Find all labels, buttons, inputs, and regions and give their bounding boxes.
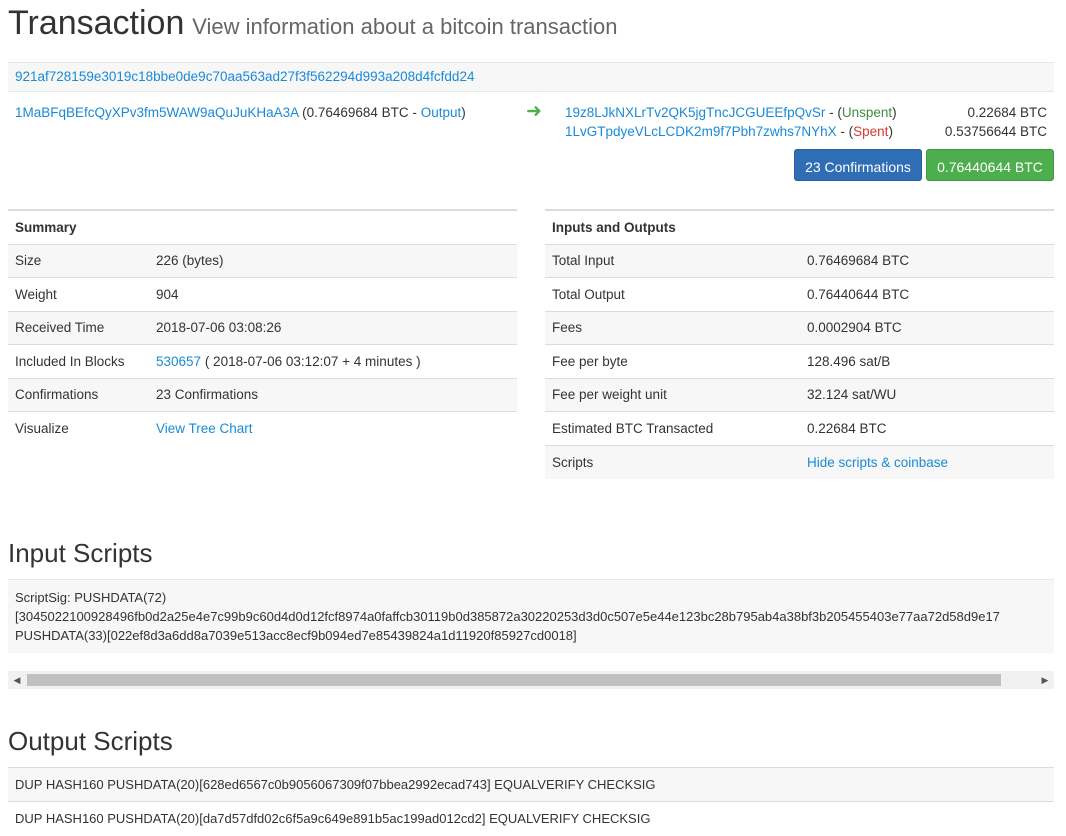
input-scripts-heading: Input Scripts [8,538,153,568]
table-row: Estimated BTC Transacted 0.22684 BTC [545,411,1054,445]
tx-input: 1MaBFqBEfcQyXPv3fm5WAW9aQuJuKHaA3A (0.76… [15,105,466,120]
row-value: 0.0002904 BTC [800,310,1054,345]
row-value: View Tree Chart [149,411,517,445]
scroll-right-arrow-icon[interactable]: ▶ [1038,671,1052,689]
row-value: 0.76440644 BTC [800,277,1054,311]
script-line: ScriptSig: PUSHDATA(72) [15,590,167,605]
script-line: [3045022100928496fb0d2a25e4e7c99b9c60d4d… [15,609,1000,624]
row-label: Scripts [545,444,800,479]
input-suffix: ) [461,105,466,120]
table-row: Total Output 0.76440644 BTC [545,277,1054,311]
output-address-link[interactable]: 1LvGTpdyeVLcLCDK2m9f7Pbh7zwhs7NYhX [565,124,837,139]
row-value: 530657 ( 2018-07-06 03:12:07 + 4 minutes… [149,344,517,378]
right-arrow-icon: ➜ [526,101,542,122]
row-label: Size [8,243,149,278]
table-row: Received Time 2018-07-06 03:08:26 [8,310,517,345]
row-value: Hide scripts & coinbase [800,444,1054,479]
horizontal-scrollbar[interactable]: ◀ ▶ [8,671,1054,689]
scrollbar-thumb[interactable] [27,674,1001,686]
output-close: ) [888,124,893,139]
row-value: 226 (bytes) [149,243,517,278]
tx-outputs: 19z8LJkNXLrTv2QK5jgTncJCGUEEfpQvSr - (Un… [565,105,1047,143]
total-amount-button[interactable]: 0.76440644 BTC [926,149,1054,181]
row-label: Total Input [545,243,800,278]
row-value: 128.496 sat/B [800,344,1054,378]
hide-scripts-link[interactable]: Hide scripts & coinbase [807,455,948,470]
row-label: Fee per weight unit [545,377,800,412]
table-row: Scripts Hide scripts & coinbase [545,444,1054,479]
table-row: Total Input 0.76469684 BTC [545,243,1054,278]
row-label: Weight [8,277,149,311]
row-label: Fees [545,310,800,345]
tx-hash-link[interactable]: 921af728159e3019c18bbe0de9c70aa563ad27f3… [15,69,474,84]
output-close: ) [892,105,897,120]
script-line: PUSHDATA(33)[022ef8d3a6dd8a7039e513acc8e… [15,628,577,643]
tx-io-row: 1MaBFqBEfcQyXPv3fm5WAW9aQuJuKHaA3A (0.76… [8,98,1054,148]
output-address-link[interactable]: 19z8LJkNXLrTv2QK5jgTncJCGUEEfpQvSr [565,105,825,120]
output-amount: 0.22684 BTC [967,105,1047,120]
row-label: Included In Blocks [8,344,149,378]
row-label: Estimated BTC Transacted [545,411,800,445]
summary-table: Summary Size 226 (bytes) Weight 904 Rece… [8,209,517,445]
table-row: Included In Blocks 530657 ( 2018-07-06 0… [8,344,517,378]
block-time: ( 2018-07-06 03:12:07 + 4 minutes ) [201,353,421,369]
input-script-box: ScriptSig: PUSHDATA(72) [304502210092849… [8,579,1054,653]
output-dash: - ( [825,105,842,120]
row-label: Fee per byte [545,344,800,378]
output-status-spent-link[interactable]: Spent [853,124,888,139]
table-row: Visualize View Tree Chart [8,411,517,445]
table-row: Size 226 (bytes) [8,243,517,278]
table-row: Confirmations 23 Confirmations [8,377,517,412]
table-row: Fee per weight unit 32.124 sat/WU [545,377,1054,412]
page-title: Transaction [8,4,185,42]
row-label: Visualize [8,411,149,445]
row-label: Received Time [8,310,149,345]
view-tree-chart-link[interactable]: View Tree Chart [156,421,253,436]
table-row: Weight 904 [8,277,517,311]
summary-heading: Summary [8,209,517,244]
input-address-link[interactable]: 1MaBFqBEfcQyXPv3fm5WAW9aQuJuKHaA3A [15,105,298,120]
block-link[interactable]: 530657 [156,354,201,369]
row-value: 2018-07-06 03:08:26 [149,310,517,345]
output-line: 19z8LJkNXLrTv2QK5jgTncJCGUEEfpQvSr - (Un… [565,105,1047,124]
row-label: Confirmations [8,377,149,412]
row-value: 0.22684 BTC [800,411,1054,445]
row-value: 32.124 sat/WU [800,377,1054,412]
page-header: Transaction View information about a bit… [8,4,617,43]
output-script-line: DUP HASH160 PUSHDATA(20)[da7d57dfd02c6f5… [8,801,1054,835]
input-amount: (0.76469684 BTC - [298,105,421,120]
table-row: Fee per byte 128.496 sat/B [545,344,1054,378]
table-row: Fees 0.0002904 BTC [545,310,1054,345]
output-script-line: DUP HASH160 PUSHDATA(20)[628ed6567c0b905… [8,767,1054,801]
row-value: 904 [149,277,517,311]
row-value: 0.76469684 BTC [800,243,1054,278]
output-amount: 0.53756644 BTC [944,124,1047,139]
tx-hash-row: 921af728159e3019c18bbe0de9c70aa563ad27f3… [8,62,1054,92]
inputs-outputs-table: Inputs and Outputs Total Input 0.7646968… [545,209,1054,479]
row-value: 23 Confirmations [149,377,517,412]
page-subtitle: View information about a bitcoin transac… [192,14,618,39]
row-label: Total Output [545,277,800,311]
confirmations-button[interactable]: 23 Confirmations [794,149,922,181]
scroll-left-arrow-icon[interactable]: ◀ [10,671,24,689]
output-line: 1LvGTpdyeVLcLCDK2m9f7Pbh7zwhs7NYhX - (Sp… [565,124,1047,143]
output-dash: - ( [836,124,854,139]
input-output-link[interactable]: Output [421,105,462,120]
output-status-unspent: Unspent [841,105,893,120]
inputs-outputs-heading: Inputs and Outputs [545,209,1054,244]
output-scripts-heading: Output Scripts [8,726,173,756]
